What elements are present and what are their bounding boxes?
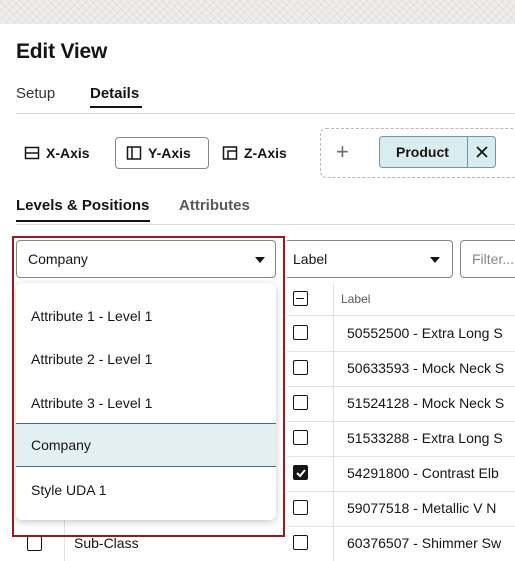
z-axis-icon — [222, 146, 238, 160]
row-checkbox[interactable] — [293, 465, 308, 480]
label-select-value: Label — [293, 251, 328, 267]
tab-levels-positions[interactable]: Levels & Positions — [16, 197, 149, 214]
minus-icon — [296, 297, 304, 299]
x-axis-button[interactable]: X-Axis — [14, 137, 100, 169]
row-checkbox[interactable] — [293, 395, 308, 410]
level-dropdown-menu: Attribute 1 - Level 1 Attribute 2 - Leve… — [16, 283, 276, 520]
filter-input[interactable]: Filter... — [460, 240, 515, 278]
grid-row-line — [287, 386, 515, 387]
grid-row-line — [287, 491, 515, 492]
close-icon — [475, 146, 488, 158]
tab-details[interactable]: Details — [90, 85, 139, 102]
chevron-down-icon — [430, 257, 440, 263]
add-icon[interactable]: + — [336, 141, 349, 163]
grid-row-line — [287, 315, 515, 316]
dropdown-option-attribute-3[interactable]: Attribute 3 - Level 1 — [16, 381, 276, 425]
position-label: 59077518 - Metallic V N — [347, 500, 497, 516]
x-axis-label: X-Axis — [46, 145, 90, 161]
position-label: 54291800 - Contrast Elb — [347, 465, 499, 481]
position-label: 50552500 - Extra Long S — [347, 325, 503, 341]
x-axis-icon — [24, 146, 40, 160]
dropdown-option-style-uda[interactable]: Style UDA 1 — [16, 468, 276, 512]
row-checkbox[interactable] — [293, 430, 308, 445]
label-column-header: Label — [341, 292, 371, 306]
dropdown-option-company[interactable]: Company — [16, 423, 276, 467]
tab-levels-underline — [16, 220, 150, 222]
position-label: 51533288 - Extra Long S — [347, 430, 503, 446]
filter-placeholder: Filter... — [472, 251, 515, 267]
remove-chip-button[interactable] — [467, 137, 495, 167]
grid-row-line — [287, 526, 515, 527]
row-checkbox[interactable] — [293, 325, 308, 340]
header-texture — [0, 0, 515, 24]
checkmark-icon — [295, 468, 306, 477]
product-chip[interactable]: Product — [379, 136, 496, 168]
select-all-checkbox[interactable] — [293, 291, 308, 306]
y-axis-button[interactable]: Y-Axis — [115, 137, 209, 169]
z-axis-button[interactable]: Z-Axis — [212, 137, 297, 169]
y-axis-icon — [126, 146, 142, 160]
tabs-divider — [16, 113, 515, 114]
z-axis-label: Z-Axis — [244, 145, 287, 161]
row-checkbox[interactable] — [293, 535, 308, 550]
tab-details-underline — [90, 106, 142, 108]
dropdown-option-attribute-2[interactable]: Attribute 2 - Level 1 — [16, 337, 276, 381]
position-label: 60376507 - Shimmer Sw — [347, 535, 502, 551]
dropdown-option-attribute-1[interactable]: Attribute 1 - Level 1 — [16, 294, 276, 338]
level-select-value: Company — [28, 251, 88, 267]
row-checkbox[interactable] — [293, 360, 308, 375]
grid-column-divider — [333, 283, 334, 561]
list-column-divider — [64, 520, 65, 561]
sub-class-checkbox[interactable] — [27, 536, 42, 551]
list-item: Sub-Class — [74, 535, 139, 551]
chevron-down-icon — [255, 257, 265, 263]
label-select[interactable]: Label — [287, 240, 453, 278]
level-select[interactable]: Company — [16, 240, 276, 278]
row-checkbox[interactable] — [293, 500, 308, 515]
tab-setup[interactable]: Setup — [16, 85, 55, 102]
grid-row-line — [287, 421, 515, 422]
grid-row-line — [287, 351, 515, 352]
grid-row-line — [287, 456, 515, 457]
position-label: 50633593 - Mock Neck S — [347, 360, 505, 376]
subtabs-divider — [16, 224, 515, 225]
position-label: 51524128 - Mock Neck S — [347, 395, 505, 411]
tab-attributes[interactable]: Attributes — [179, 197, 250, 214]
page-title: Edit View — [16, 40, 108, 63]
product-chip-label: Product — [396, 144, 449, 160]
y-axis-label: Y-Axis — [148, 145, 191, 161]
